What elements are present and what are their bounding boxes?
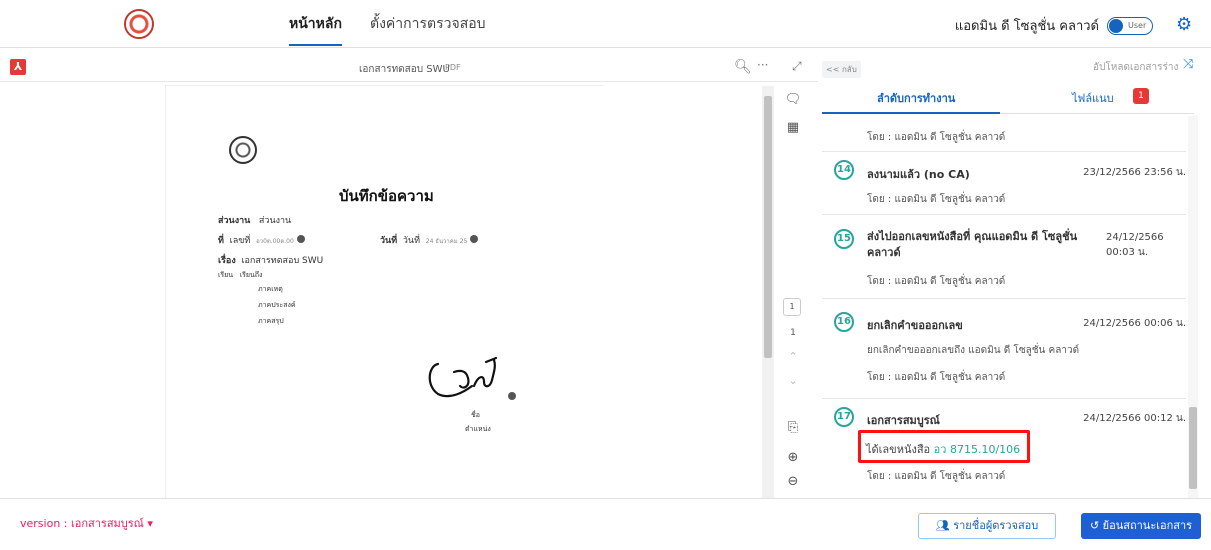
doc-date-sub: 24 ธันวาคม 25: [425, 238, 468, 245]
doc-number-row: ที่ เลขที่ อว0ต.00ต.00: [218, 233, 305, 247]
chevron-down-icon[interactable]: ⌄: [784, 374, 802, 387]
shuffle-icon[interactable]: ⤨: [1183, 57, 1193, 72]
doc-date-value: วันที่: [402, 236, 421, 246]
item-by: โดย : แอดมิน ดี โซลูชั่น คลาวด์: [867, 471, 1006, 482]
doc-number-label: ได้เลขหนังสือ: [866, 443, 931, 456]
item-date: 24/12/2566 00:12 น.: [1083, 413, 1186, 424]
revert-status-label: ย้อนสถานะเอกสาร: [1102, 519, 1193, 532]
user-name: แอดมิน ดี โซลูชั่น คลาวด์: [954, 19, 1099, 34]
item-title: ลงนามแล้ว (no CA): [867, 168, 970, 181]
doc-subject-row: เรื่อง เอกสารทดสอบ SWU: [218, 253, 323, 267]
doc-number-sub: อว0ต.00ต.00: [256, 238, 294, 245]
search-icon[interactable]: 🔍︎: [734, 59, 752, 75]
users-icon: 👥︎: [935, 519, 950, 532]
role-toggle[interactable]: User: [1107, 17, 1153, 35]
active-tab-indicator: [822, 112, 1000, 114]
list-item: 16 ยกเลิกคำขอออกเลข 24/12/2566 00:06 น. …: [822, 299, 1186, 399]
step-number: 15: [834, 229, 854, 249]
item-by: โดย : แอดมิน ดี โซลูชั่น คลาวด์: [867, 194, 1006, 205]
tab-home[interactable]: หน้าหลัก: [289, 12, 342, 46]
list-item: 14 ลงนามแล้ว (no CA) 23/12/2566 23:56 น.…: [822, 152, 1186, 215]
pdf-icon: ⅄: [10, 59, 26, 75]
doc-subject-value: เอกสารทดสอบ SWU: [241, 256, 324, 266]
more-icon[interactable]: ···: [757, 58, 768, 72]
item-date: 24/12/2566 00:06 น.: [1083, 318, 1186, 329]
doc-to-row: เรียน เรียนถึง: [218, 270, 262, 281]
step-number: 16: [834, 312, 854, 332]
doc-to-value: เรียนถึง: [239, 271, 263, 279]
expand-icon[interactable]: ⤢: [792, 59, 802, 74]
toggle-knob: [1109, 19, 1123, 33]
zoom-in-icon[interactable]: ⊕: [784, 450, 802, 465]
upload-draft-link[interactable]: อัปโหลดเอกสารร่าง: [1093, 60, 1178, 75]
caret-down-icon: ▾: [147, 517, 153, 530]
item-by: โดย : แอดมิน ดี โซลูชั่น คลาวด์: [867, 372, 1006, 383]
tab-workflow[interactable]: ลำดับการทำงาน: [877, 89, 955, 107]
pdf-gutter-right: [602, 86, 762, 498]
version-label: version : เอกสารสมบูรณ์: [20, 517, 144, 530]
comment-marker-icon[interactable]: [470, 235, 479, 243]
step-number: 17: [834, 407, 854, 427]
document-title: บันทึกข้อความ: [339, 187, 434, 205]
pdf-gutter-left: [0, 86, 166, 498]
chat-icon[interactable]: 🗨︎: [784, 92, 802, 107]
item-by: โดย : แอดมิน ดี โซลูชั่น คลาวด์: [867, 132, 1006, 143]
pdf-file-ext: PDF: [445, 63, 461, 72]
step-number: 14: [834, 160, 854, 180]
history-icon: ↺: [1089, 519, 1100, 532]
doc-division-row: ส่วนงาน ส่วนงาน: [218, 213, 291, 227]
doc-division-label: ส่วนงาน: [218, 216, 251, 226]
document-seal: [229, 136, 257, 164]
doc-to-label: เรียน: [218, 271, 234, 279]
panel-scroll-thumb[interactable]: [1189, 407, 1197, 489]
item-title: ยกเลิกคำขอออกเลข: [867, 319, 963, 332]
reviewers-button[interactable]: 👥︎ รายชื่อผู้ตรวจสอบ: [918, 513, 1056, 539]
revert-status-button[interactable]: ↺ ย้อนสถานะเอกสาร: [1081, 513, 1201, 539]
doc-number-value: เลขที่: [229, 236, 251, 246]
signature-image: [428, 356, 516, 400]
doc-subject-label: เรื่อง: [218, 256, 236, 266]
pdf-file-title: เอกสารทดสอบ SWU: [359, 64, 450, 75]
doc-body-line: ภาคเหตุ: [258, 285, 283, 293]
toggle-label: User: [1128, 21, 1147, 30]
stamp-icon[interactable]: ⎘: [784, 420, 802, 435]
footer-bar: version : เอกสารสมบูรณ์ ▾ 👥︎ รายชื่อผู้ต…: [0, 498, 1211, 550]
page-total: 1: [790, 328, 796, 338]
doc-division-value: ส่วนงาน: [258, 216, 292, 226]
zoom-out-icon[interactable]: ⊖: [784, 474, 802, 489]
list-item: โดย : แอดมิน ดี โซลูชั่น คลาวด์: [822, 116, 1186, 152]
tab-review-settings[interactable]: ตั้งค่าการตรวจสอบ: [370, 12, 486, 46]
item-date: 24/12/2566 00:03 น.: [1106, 232, 1164, 258]
tab-attachments[interactable]: ไฟล์แนบ: [1072, 89, 1114, 107]
doc-sign-name: ชื่อ: [471, 411, 480, 419]
list-item: 15 ส่งไปออกเลขหนังสือที่ คุณแอดมิน ดี โซ…: [822, 215, 1186, 299]
version-dropdown[interactable]: version : เอกสารสมบูรณ์ ▾: [20, 514, 153, 532]
comment-marker-icon[interactable]: [296, 235, 305, 243]
page-number-box[interactable]: 1: [783, 298, 801, 316]
doc-date-row: วันที่ วันที่ 24 ธันวาคม 25: [380, 233, 479, 247]
item-text: ยกเลิกคำขอออกเลขถึง แอดมิน ดี โซลูชั่น ค…: [867, 345, 1080, 356]
item-date: 23/12/2566 23:56 น.: [1083, 167, 1186, 178]
doc-number-link[interactable]: อว 8715.10/106: [934, 443, 1020, 456]
item-title: เอกสารสมบูรณ์: [867, 414, 940, 427]
grid-icon[interactable]: ▦: [784, 120, 802, 135]
item-by: โดย : แอดมิน ดี โซลูชั่น คลาวด์: [867, 276, 1006, 287]
item-title: ส่งไปออกเลขหนังสือที่ คุณแอดมิน ดี โซลูช…: [867, 230, 1078, 259]
doc-date-label: วันที่: [380, 236, 398, 246]
university-logo: [124, 9, 154, 39]
gear-icon[interactable]: ⚙: [1176, 14, 1192, 35]
chevron-up-icon[interactable]: ⌃: [784, 350, 802, 363]
doc-number-label: ที่: [218, 236, 224, 246]
doc-body-line: ภาคสรุป: [258, 317, 284, 325]
doc-sign-position: ตำแหน่ง: [465, 425, 491, 433]
item-text: ได้เลขหนังสือ อว 8715.10/106: [866, 440, 1020, 458]
doc-body-line: ภาคประสงค์: [258, 301, 296, 309]
pdf-toolbar: ⅄ เอกสารทดสอบ SWU PDF 🔍︎ ··· ⤢: [0, 56, 818, 82]
top-header: หน้าหลัก ตั้งค่าการตรวจสอบ แอดมิน ดี โซล…: [0, 0, 1211, 48]
pdf-scroll-thumb[interactable]: [764, 96, 772, 358]
reviewers-button-label: รายชื่อผู้ตรวจสอบ: [953, 519, 1039, 532]
back-button[interactable]: << กลับ: [822, 61, 861, 78]
attachments-count-badge: 1: [1133, 88, 1149, 104]
